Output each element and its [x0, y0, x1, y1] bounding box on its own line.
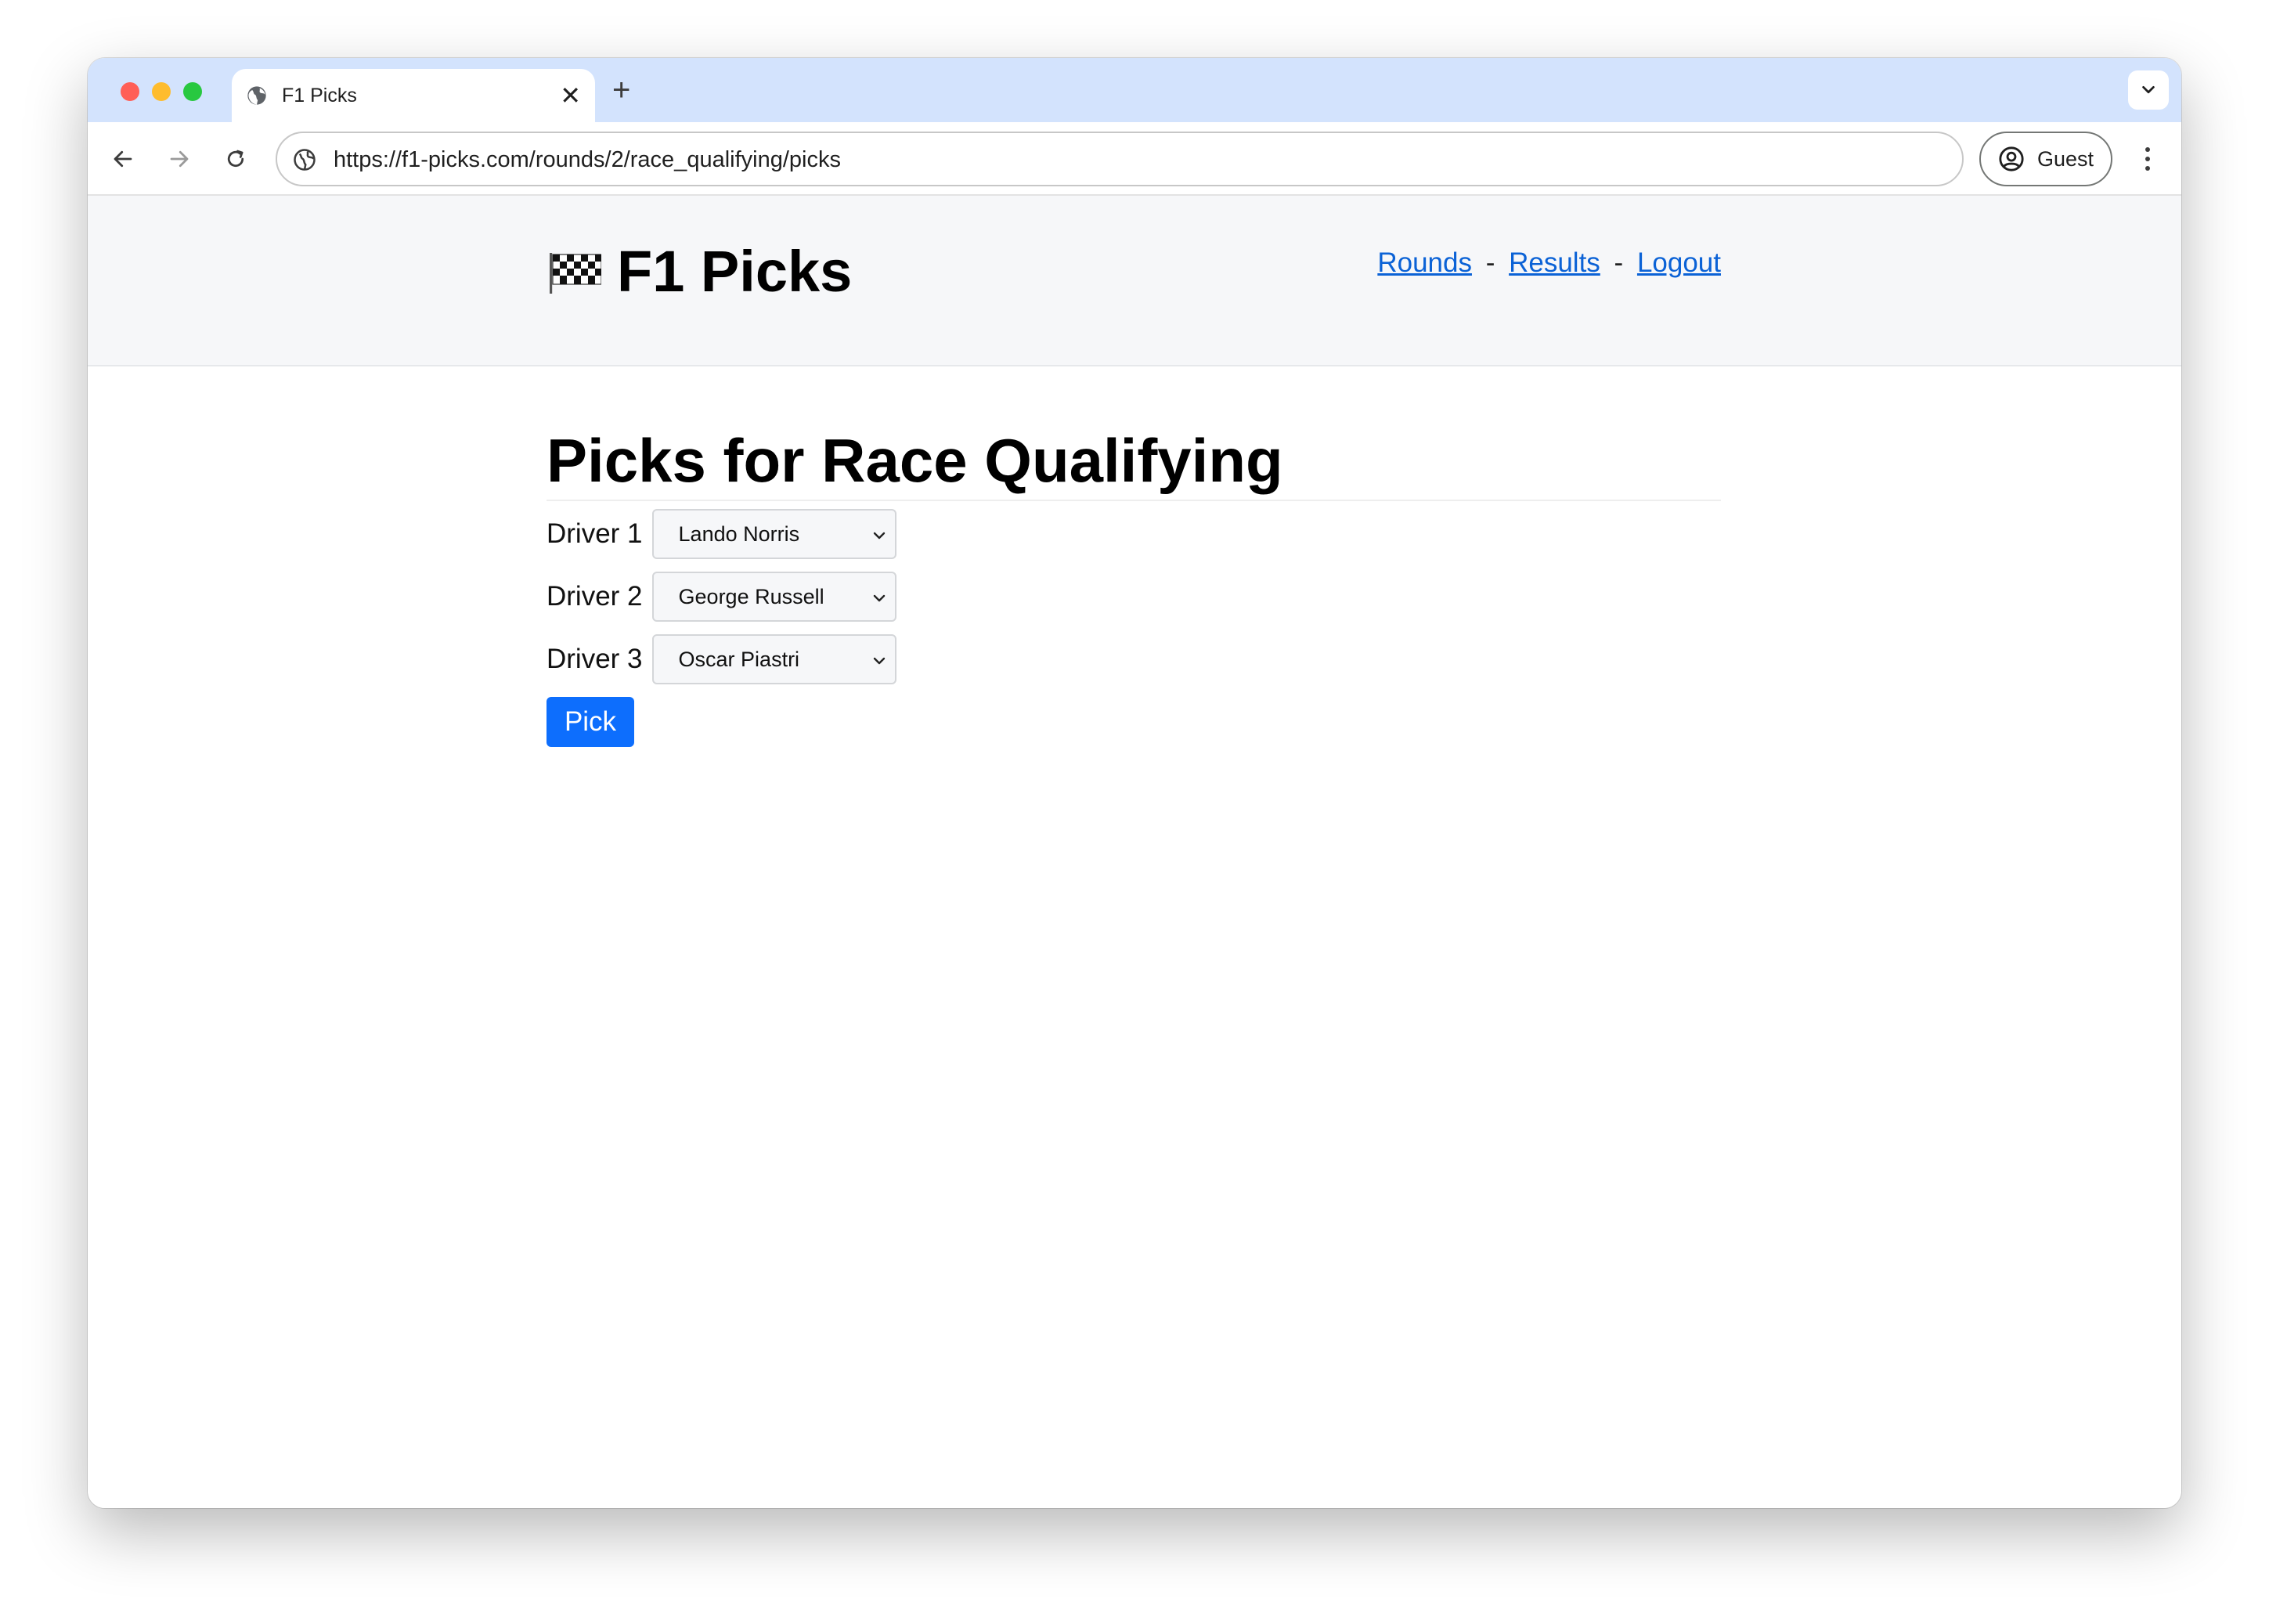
more-vert-icon: [2145, 147, 2150, 171]
pick-submit-button[interactable]: Pick: [547, 697, 634, 747]
nav-link-results[interactable]: Results: [1509, 247, 1600, 278]
browser-toolbar: https://f1-picks.com/rounds/2/race_quali…: [88, 122, 2181, 196]
nav-link-logout[interactable]: Logout: [1637, 247, 1721, 278]
browser-window: F1 Picks ✕ + https://f1-picks.com/rounds…: [88, 58, 2181, 1508]
globe-icon: [247, 86, 266, 105]
web-page: F1 Picks Rounds - Results - Logout Picks…: [88, 196, 2181, 1508]
driver-1-value: Lando Norris: [678, 521, 800, 546]
url-text[interactable]: https://f1-picks.com/rounds/2/race_quali…: [334, 147, 841, 173]
close-window-button[interactable]: [121, 82, 139, 101]
nav-link-rounds[interactable]: Rounds: [1377, 247, 1472, 278]
maximize-window-button[interactable]: [183, 82, 202, 101]
browser-menu-button[interactable]: [2128, 139, 2167, 179]
address-bar[interactable]: https://f1-picks.com/rounds/2/race_quali…: [276, 132, 1964, 186]
tab-title: F1 Picks: [282, 85, 357, 106]
profile-button[interactable]: Guest: [1979, 132, 2112, 186]
site-nav: Rounds - Results - Logout: [1377, 247, 1721, 279]
driver-3-select[interactable]: Oscar Piastri: [651, 634, 896, 684]
checkered-flag-icon: [550, 252, 601, 294]
close-tab-icon[interactable]: ✕: [560, 80, 581, 111]
arrow-left-icon: [114, 150, 132, 168]
driver-3-label: Driver 3: [547, 644, 643, 674]
chevron-down-icon: [873, 594, 885, 602]
chevron-down-icon: [873, 657, 885, 665]
driver-3-row: Driver 3 Oscar Piastri: [547, 634, 1721, 684]
tab-strip: F1 Picks ✕ +: [88, 58, 2181, 122]
driver-2-label: Driver 2: [547, 581, 643, 612]
site-info-icon[interactable]: [293, 148, 316, 171]
site-header: F1 Picks Rounds - Results - Logout: [88, 196, 2181, 366]
chevron-down-icon: [873, 532, 885, 540]
nav-separator: -: [1485, 247, 1495, 278]
driver-3-value: Oscar Piastri: [678, 647, 800, 671]
reload-icon: [227, 150, 244, 168]
back-button[interactable]: [103, 139, 142, 179]
profile-icon: [1999, 146, 2024, 171]
forward-button[interactable]: [160, 139, 199, 179]
arrow-right-icon: [170, 150, 189, 168]
chevron-down-icon: [2142, 85, 2155, 94]
profile-label: Guest: [2037, 146, 2094, 171]
site-logo[interactable]: F1 Picks: [547, 238, 852, 305]
driver-2-select[interactable]: George Russell: [651, 572, 896, 622]
driver-2-row: Driver 2 George Russell: [547, 572, 1721, 622]
page-title: Picks for Race Qualifying: [547, 423, 1721, 501]
driver-1-label: Driver 1: [547, 518, 643, 549]
tab-search-button[interactable]: [2128, 70, 2169, 110]
picks-form: Picks for Race Qualifying Driver 1 Lando…: [547, 423, 1721, 747]
driver-1-row: Driver 1 Lando Norris: [547, 509, 1721, 559]
browser-tab[interactable]: F1 Picks ✕: [232, 69, 595, 122]
new-tab-button[interactable]: +: [612, 70, 630, 110]
minimize-window-button[interactable]: [152, 82, 171, 101]
driver-2-value: George Russell: [678, 584, 824, 608]
reload-button[interactable]: [216, 139, 255, 179]
site-brand: F1 Picks: [617, 239, 853, 304]
driver-1-select[interactable]: Lando Norris: [651, 509, 896, 559]
nav-separator: -: [1614, 247, 1624, 278]
